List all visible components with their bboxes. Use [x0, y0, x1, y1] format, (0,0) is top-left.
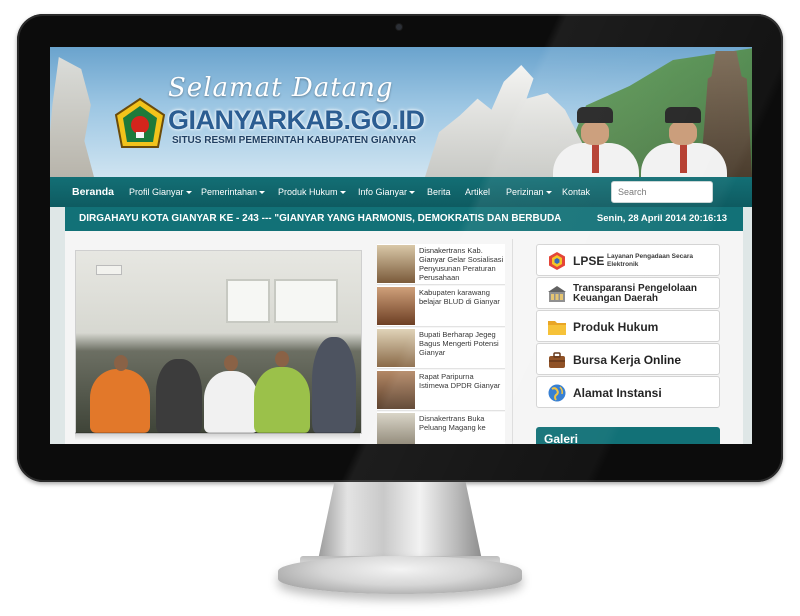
news-item[interactable]: Rapat Paripurna Istimewa DPDR Gianyar — [377, 370, 505, 411]
header-banner: Selamat Datang GIANYARKAB.GO.ID SITUS RE… — [50, 47, 752, 177]
folder-icon — [548, 321, 566, 335]
transparansi-button[interactable]: Transparansi Pengelolaan Keuangan Daerah — [536, 277, 720, 309]
galeri-header[interactable]: Galeri — [536, 427, 720, 444]
attendee-figure — [254, 367, 310, 433]
chevron-down-icon — [545, 191, 552, 195]
news-title[interactable]: Bupati Berharap Jegeg Bagus Mengerti Pot… — [419, 330, 505, 357]
lpse-sublabel: Layanan Pengadaan Secara Elektronik — [607, 253, 693, 268]
monitor-screen: Selamat Datang GIANYARKAB.GO.ID SITUS RE… — [50, 47, 752, 444]
statue-image — [50, 57, 94, 177]
transparansi-label: Transparansi Pengelolaan Keuangan Daerah — [573, 283, 697, 304]
ticker-text[interactable]: DIRGAHAYU KOTA GIANYAR KE - 243 --- "GIA… — [79, 207, 561, 231]
nav-beranda[interactable]: Beranda — [72, 177, 114, 207]
globe-icon — [548, 384, 566, 402]
news-title[interactable]: Kabupaten karawang belajar BLUD di Giany… — [419, 288, 505, 306]
chevron-down-icon — [339, 191, 346, 195]
bursa-kerja-button[interactable]: Bursa Kerja Online — [536, 343, 720, 375]
briefcase-icon — [549, 352, 565, 368]
news-item[interactable]: Disnakertrans Kab. Gianyar Gelar Sosiali… — [377, 244, 505, 285]
news-title[interactable]: Disnakertrans Kab. Gianyar Gelar Sosiali… — [419, 246, 505, 282]
news-thumbnail[interactable] — [377, 245, 415, 283]
lpse-label: LPSE — [573, 254, 605, 268]
nav-produk-hukum[interactable]: Produk Hukum — [278, 177, 346, 207]
search-input[interactable] — [611, 181, 713, 203]
officials-photo — [545, 101, 745, 177]
nav-berita[interactable]: Berita — [427, 177, 451, 207]
room-window — [274, 279, 338, 323]
nav-profil-gianyar[interactable]: Profil Gianyar — [129, 177, 192, 207]
nav-pemerintahan[interactable]: Pemerintahan — [201, 177, 266, 207]
nav-info-gianyar[interactable]: Info Gianyar — [358, 177, 416, 207]
attendee-head — [224, 355, 238, 371]
chevron-down-icon — [185, 191, 192, 195]
news-title[interactable]: Rapat Paripurna Istimewa DPDR Gianyar — [419, 372, 505, 390]
news-thumbnail[interactable] — [377, 329, 415, 367]
room-window — [226, 279, 270, 323]
attendee-head — [275, 351, 289, 367]
attendee-figure — [156, 359, 202, 433]
lpse-hexagon-icon — [549, 252, 565, 270]
nav-artikel[interactable]: Artikel — [465, 177, 490, 207]
news-thumbnail[interactable] — [377, 413, 415, 444]
finance-building-icon — [548, 286, 566, 302]
alamat-instansi-button[interactable]: Alamat Instansi — [536, 376, 720, 408]
welcome-text: Selamat Datang — [168, 73, 394, 103]
news-thumbnail[interactable] — [377, 287, 415, 325]
chevron-down-icon — [259, 191, 266, 195]
site-subtitle: SITUS RESMI PEMERINTAH KABUPATEN GIANYAR — [172, 135, 417, 146]
regency-emblem-icon — [114, 97, 166, 148]
nav-kontak[interactable]: Kontak — [562, 177, 590, 207]
featured-news-photo[interactable] — [75, 250, 362, 434]
attendee-head — [114, 355, 128, 371]
bursa-kerja-label: Bursa Kerja Online — [573, 353, 682, 367]
official-portrait — [641, 103, 727, 177]
monitor-stand-neck — [318, 482, 482, 560]
attendee-figure — [90, 369, 150, 433]
produk-hukum-label: Produk Hukum — [573, 320, 659, 334]
news-ticker: DIRGAHAYU KOTA GIANYAR KE - 243 --- "GIA… — [65, 207, 743, 231]
photo-shadow — [75, 432, 360, 440]
official-portrait — [553, 103, 639, 177]
news-item[interactable]: Disnakertrans Buka Peluang Magang ke — [377, 412, 505, 444]
attendee-figure — [312, 337, 356, 433]
news-title[interactable]: Disnakertrans Buka Peluang Magang ke — [419, 414, 505, 432]
news-thumbnail[interactable] — [377, 371, 415, 409]
produk-hukum-button[interactable]: Produk Hukum — [536, 310, 720, 342]
site-logo-text[interactable]: GIANYARKAB.GO.ID — [168, 105, 425, 136]
news-item[interactable]: Bupati Berharap Jegeg Bagus Mengerti Pot… — [377, 328, 505, 369]
webcam-dot — [396, 24, 402, 30]
lpse-button[interactable]: LPSE Layanan Pengadaan Secara Elektronik — [536, 244, 720, 276]
attendee-figure — [204, 371, 258, 433]
column-divider — [512, 239, 513, 444]
alamat-label: Alamat Instansi — [573, 386, 662, 400]
chevron-down-icon — [409, 191, 416, 195]
main-navbar: Beranda Profil Gianyar Pemerintahan Prod… — [50, 177, 752, 207]
news-item[interactable]: Kabupaten karawang belajar BLUD di Giany… — [377, 286, 505, 327]
current-datetime: Senin, 28 April 2014 20:16:13 — [596, 213, 727, 224]
news-list: Disnakertrans Kab. Gianyar Gelar Sosiali… — [377, 244, 505, 444]
main-content: Disnakertrans Kab. Gianyar Gelar Sosiali… — [65, 231, 743, 444]
monitor-stand-base — [278, 556, 522, 594]
nav-perizinan[interactable]: Perizinan — [506, 177, 552, 207]
